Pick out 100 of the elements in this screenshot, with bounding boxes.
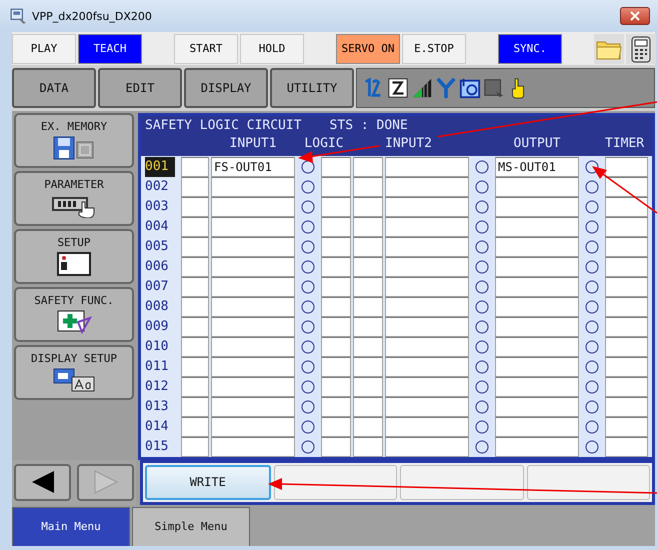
table-cell[interactable] bbox=[605, 316, 648, 337]
row-number[interactable]: 001 bbox=[145, 156, 175, 177]
table-cell[interactable] bbox=[605, 436, 648, 457]
table-cell[interactable] bbox=[605, 256, 648, 277]
row-number[interactable]: 004 bbox=[145, 216, 179, 237]
table-cell[interactable] bbox=[495, 236, 579, 257]
row-number[interactable]: 011 bbox=[145, 356, 179, 377]
table-cell[interactable] bbox=[385, 156, 469, 177]
menu-button[interactable]: UTILITY bbox=[270, 68, 354, 108]
row-number[interactable]: 009 bbox=[145, 316, 179, 337]
table-cell[interactable] bbox=[321, 336, 351, 357]
close-button[interactable] bbox=[620, 7, 650, 25]
table-cell[interactable] bbox=[181, 416, 209, 437]
table-cell[interactable] bbox=[353, 356, 383, 377]
table-cell[interactable] bbox=[211, 256, 295, 277]
table-cell[interactable] bbox=[605, 276, 648, 297]
mode-button[interactable]: SERVO ON bbox=[336, 34, 400, 64]
row-number[interactable]: 006 bbox=[145, 256, 179, 277]
table-cell[interactable] bbox=[385, 176, 469, 197]
table-cell[interactable] bbox=[181, 256, 209, 277]
mode-button[interactable]: PLAY bbox=[12, 34, 76, 64]
table-cell[interactable] bbox=[353, 236, 383, 257]
menu-tab[interactable]: Simple Menu bbox=[132, 506, 250, 546]
table-cell[interactable] bbox=[181, 436, 209, 457]
table-cell[interactable] bbox=[495, 436, 579, 457]
row-number[interactable]: 010 bbox=[145, 336, 179, 357]
table-cell[interactable] bbox=[605, 236, 648, 257]
table-cell[interactable] bbox=[211, 316, 295, 337]
table-cell[interactable] bbox=[211, 436, 295, 457]
empty-function-button[interactable] bbox=[274, 464, 397, 500]
table-cell[interactable] bbox=[385, 236, 469, 257]
table-cell[interactable] bbox=[385, 436, 469, 457]
mode-button[interactable]: START bbox=[174, 34, 238, 64]
table-cell[interactable] bbox=[385, 256, 469, 277]
side-menu-button[interactable]: SAFETY FUNC. bbox=[14, 286, 134, 342]
table-cell[interactable] bbox=[353, 316, 383, 337]
table-cell[interactable] bbox=[353, 416, 383, 437]
table-cell[interactable] bbox=[385, 376, 469, 397]
table-cell[interactable] bbox=[211, 276, 295, 297]
mode-button[interactable]: HOLD bbox=[240, 34, 304, 64]
table-cell[interactable] bbox=[211, 196, 295, 217]
table-cell[interactable] bbox=[605, 156, 648, 177]
table-cell[interactable] bbox=[181, 156, 209, 177]
table-cell[interactable] bbox=[605, 216, 648, 237]
table-cell[interactable] bbox=[211, 296, 295, 317]
table-cell[interactable] bbox=[495, 296, 579, 317]
row-number[interactable]: 015 bbox=[145, 436, 179, 457]
empty-function-button[interactable] bbox=[526, 464, 650, 500]
side-menu-button[interactable]: PARAMETER bbox=[14, 170, 134, 226]
write-button[interactable]: WRITE bbox=[145, 464, 270, 500]
table-cell[interactable] bbox=[495, 216, 579, 237]
table-cell[interactable] bbox=[321, 176, 351, 197]
table-cell[interactable] bbox=[353, 376, 383, 397]
table-cell[interactable] bbox=[495, 396, 579, 417]
table-cell[interactable] bbox=[181, 336, 209, 357]
row-number[interactable]: 007 bbox=[145, 276, 179, 297]
table-cell[interactable] bbox=[495, 416, 579, 437]
table-cell[interactable] bbox=[353, 336, 383, 357]
table-cell[interactable] bbox=[353, 176, 383, 197]
table-cell[interactable] bbox=[605, 356, 648, 377]
menu-button[interactable]: DISPLAY bbox=[184, 68, 268, 108]
table-cell[interactable] bbox=[495, 256, 579, 277]
table-cell[interactable] bbox=[321, 376, 351, 397]
table-cell[interactable] bbox=[385, 196, 469, 217]
table-cell[interactable] bbox=[211, 236, 295, 257]
table-cell[interactable] bbox=[321, 316, 351, 337]
next-button[interactable] bbox=[77, 464, 134, 501]
table-cell[interactable] bbox=[495, 336, 579, 357]
table-cell[interactable] bbox=[353, 156, 383, 177]
table-cell[interactable] bbox=[605, 416, 648, 437]
table-cell[interactable] bbox=[321, 276, 351, 297]
mode-button[interactable]: TEACH bbox=[78, 34, 142, 64]
table-cell[interactable] bbox=[181, 296, 209, 317]
table-cell[interactable] bbox=[495, 356, 579, 377]
row-number[interactable]: 005 bbox=[145, 236, 179, 257]
table-cell[interactable] bbox=[385, 356, 469, 377]
table-cell[interactable] bbox=[605, 196, 648, 217]
mode-button[interactable]: E.STOP bbox=[402, 34, 466, 64]
mode-button[interactable]: SYNC. bbox=[498, 34, 562, 64]
table-cell[interactable] bbox=[211, 396, 295, 417]
table-cell[interactable] bbox=[353, 216, 383, 237]
table-cell[interactable] bbox=[353, 436, 383, 457]
table-cell[interactable] bbox=[181, 276, 209, 297]
table-cell[interactable] bbox=[181, 316, 209, 337]
table-cell[interactable] bbox=[353, 196, 383, 217]
pendant-icon[interactable] bbox=[626, 34, 656, 64]
table-cell[interactable] bbox=[181, 196, 209, 217]
empty-function-button[interactable] bbox=[400, 464, 524, 500]
table-cell[interactable] bbox=[385, 396, 469, 417]
table-cell[interactable] bbox=[321, 236, 351, 257]
table-cell[interactable] bbox=[181, 236, 209, 257]
side-menu-button[interactable]: EX. MEMORY bbox=[14, 112, 134, 168]
table-cell[interactable] bbox=[181, 216, 209, 237]
table-cell[interactable] bbox=[321, 296, 351, 317]
table-cell[interactable] bbox=[385, 416, 469, 437]
previous-button[interactable] bbox=[14, 464, 71, 501]
table-cell[interactable] bbox=[211, 336, 295, 357]
table-cell[interactable] bbox=[385, 336, 469, 357]
table-cell[interactable] bbox=[211, 216, 295, 237]
row-number[interactable]: 014 bbox=[145, 416, 179, 437]
